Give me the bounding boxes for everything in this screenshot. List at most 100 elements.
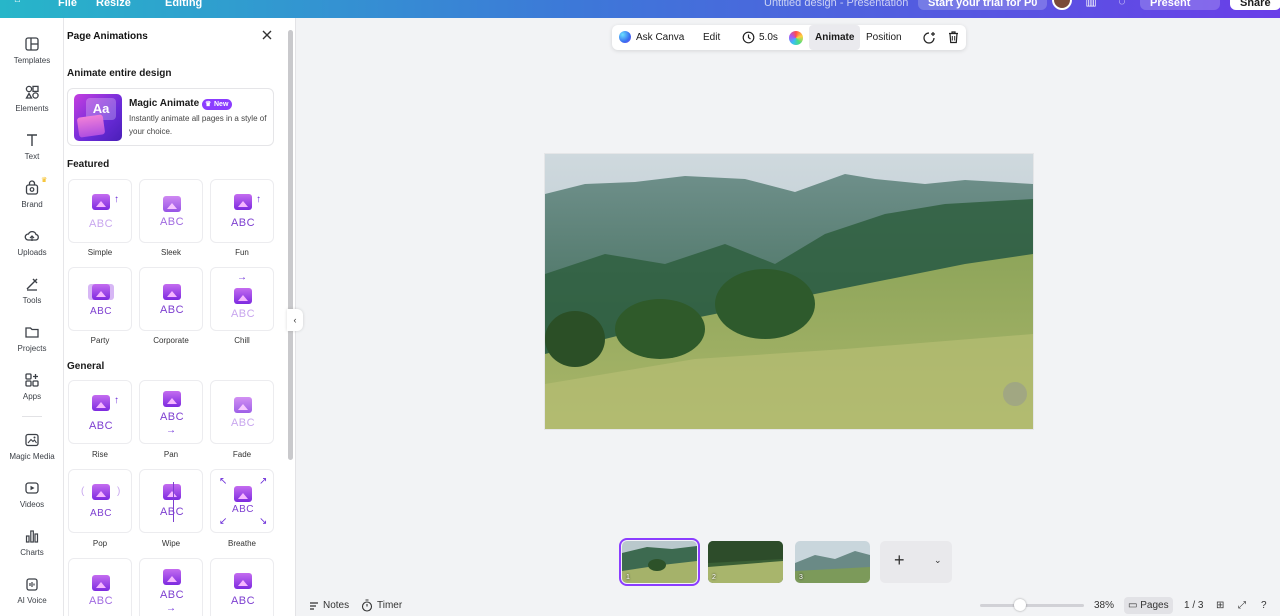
home-icon[interactable]: ⌂: [14, 0, 21, 14]
timer-icon: [361, 599, 373, 612]
rail-item-ai-voice[interactable]: AI Voice: [0, 572, 64, 616]
rail-divider: [22, 416, 42, 417]
elements-icon: [25, 85, 39, 99]
page-thumbnail[interactable]: 3: [795, 541, 870, 583]
add-comment-icon[interactable]: [922, 31, 936, 45]
color-wheel-icon[interactable]: [789, 31, 803, 45]
pages-button[interactable]: ▭ Pages: [1124, 597, 1173, 614]
chevron-down-icon[interactable]: ⌄: [934, 555, 942, 566]
videos-icon: [25, 482, 39, 494]
timer-button[interactable]: Timer: [377, 599, 402, 613]
anim-tile-simple[interactable]: ↑ ABC: [68, 179, 132, 243]
crown-icon: ♛: [41, 177, 48, 184]
anim-tile[interactable]: ABC →: [139, 558, 203, 616]
trash-icon[interactable]: [947, 30, 960, 44]
anim-tile-breathe[interactable]: ↖ ↗ ABC ↙ ↘: [210, 469, 274, 533]
anim-tile-pan[interactable]: ABC →: [139, 380, 203, 444]
anim-tile-party[interactable]: ABC: [68, 267, 132, 331]
rail-item-uploads[interactable]: Uploads: [0, 224, 64, 268]
anim-tile-chill[interactable]: → ABC: [210, 267, 274, 331]
magic-animate-description: Instantly animate all pages in a style o…: [129, 114, 267, 136]
anim-tile-rise[interactable]: ↑ ABC: [68, 380, 132, 444]
panel-title: Page Animations: [67, 31, 148, 42]
text-icon: [27, 134, 37, 146]
anim-tile-fade[interactable]: ABC: [210, 380, 274, 444]
top-bar: ⌂ File Resize Editing ↶ ↷ Untitled desig…: [0, 0, 1280, 18]
start-trial-button[interactable]: Start your trial for P0: [918, 0, 1048, 10]
panel-scrollbar[interactable]: [288, 30, 293, 460]
redo-icon[interactable]: ↷: [268, 0, 277, 14]
zoom-slider-handle[interactable]: [1014, 599, 1026, 611]
apps-icon: [25, 373, 39, 387]
rail-item-text[interactable]: Text: [0, 128, 64, 172]
notes-button[interactable]: Notes: [323, 599, 349, 613]
rail-item-elements[interactable]: Elements: [0, 80, 64, 124]
brand-icon: [25, 180, 39, 195]
close-icon[interactable]: [260, 28, 274, 42]
anim-label: Corporate: [153, 336, 189, 345]
help-icon[interactable]: ?: [1261, 599, 1267, 613]
chart-icon[interactable]: ▥: [1082, 0, 1100, 8]
undo-icon[interactable]: ↶: [242, 0, 251, 14]
rail-item-apps[interactable]: Apps: [0, 368, 64, 412]
anim-tile[interactable]: ABC: [68, 558, 132, 616]
rail-item-projects[interactable]: Projects: [0, 320, 64, 364]
resize-menu[interactable]: Resize: [96, 0, 131, 18]
grid-view-icon[interactable]: ⊞: [1216, 599, 1224, 613]
plus-icon: +: [894, 550, 905, 570]
chevron-left-icon: ‹: [293, 315, 297, 325]
anim-tile-fun[interactable]: ↑ ABC: [210, 179, 274, 243]
projects-icon: [25, 327, 39, 338]
zoom-level[interactable]: 38%: [1094, 599, 1114, 613]
present-button[interactable]: Present: [1140, 0, 1220, 10]
edit-button[interactable]: Edit: [703, 25, 720, 50]
document-title[interactable]: Untitled design - Presentation: [764, 0, 908, 18]
arrow-right-icon: →: [237, 272, 247, 283]
zoom-slider[interactable]: [980, 604, 1084, 607]
anim-tile-corporate[interactable]: ABC: [139, 267, 203, 331]
anim-label: Fun: [235, 248, 249, 257]
anim-tile-pop[interactable]: ( ) ABC: [68, 469, 132, 533]
page-thumbnail[interactable]: 2: [708, 541, 783, 583]
duration-button[interactable]: 5.0s: [759, 25, 778, 50]
crown-icon: ♛: [205, 101, 212, 108]
rail-item-magic-media[interactable]: Magic Media: [0, 428, 64, 472]
ask-canva-icon: [619, 31, 631, 43]
rail-item-charts[interactable]: Charts: [0, 524, 64, 568]
left-rail: Templates Elements Text ♛ Brand Uploads …: [0, 18, 64, 616]
position-button[interactable]: Position: [866, 25, 902, 50]
anim-tile-sleek[interactable]: ABC: [139, 179, 203, 243]
rail-item-brand[interactable]: ♛ Brand: [0, 176, 64, 220]
collapse-panel-button[interactable]: ‹: [287, 309, 303, 331]
anim-label: Chill: [234, 336, 250, 345]
rail-item-tools[interactable]: Tools: [0, 272, 64, 316]
add-page-button[interactable]: + ⌄: [880, 541, 952, 583]
anim-label: Breathe: [227, 539, 257, 548]
templates-icon: [25, 37, 39, 51]
anim-label: Wipe: [161, 539, 181, 548]
magic-animate-title: Magic Animate: [129, 98, 200, 109]
comment-icon[interactable]: ◌: [1113, 0, 1131, 8]
arrow-right-icon: →: [166, 603, 176, 614]
ask-canva-button[interactable]: Ask Canva: [636, 25, 684, 50]
anim-tile[interactable]: ABC: [210, 558, 274, 616]
footer-bar: Notes Timer 38% ▭ Pages 1 / 3 ⊞ ⤢ ?: [296, 596, 1280, 616]
editing-menu[interactable]: Editing: [165, 0, 202, 18]
magic-animate-card[interactable]: Aa Magic Animate ♛ New Instantly animate …: [67, 88, 274, 146]
avatar[interactable]: [1052, 0, 1072, 10]
rail-item-videos[interactable]: Videos: [0, 476, 64, 520]
general-heading: General: [67, 361, 105, 372]
notes-icon: [310, 602, 318, 610]
share-button[interactable]: Share: [1230, 0, 1280, 10]
design-page[interactable]: [545, 154, 1033, 429]
anim-label: Simple: [87, 248, 113, 257]
fullscreen-icon[interactable]: ⤢: [1238, 599, 1246, 613]
animate-button[interactable]: Animate: [809, 25, 861, 50]
page-count: 1 / 3: [1184, 600, 1204, 611]
rail-item-templates[interactable]: Templates: [0, 32, 64, 76]
page-thumbnail[interactable]: 1: [619, 538, 700, 586]
anim-tile-wipe[interactable]: ABC: [139, 469, 203, 533]
landscape-photo: [545, 154, 1033, 429]
file-menu[interactable]: File: [58, 0, 77, 18]
magic-media-icon: [25, 433, 39, 447]
